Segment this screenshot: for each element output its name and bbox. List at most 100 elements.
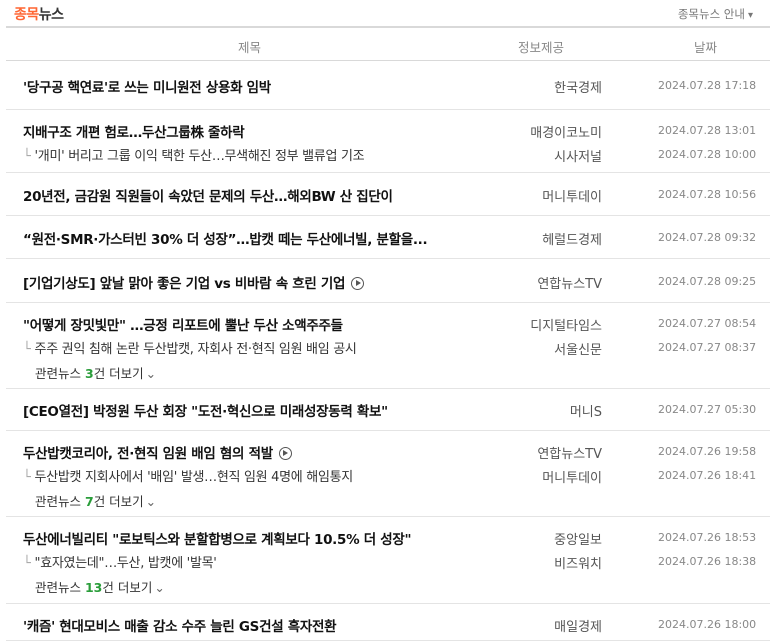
news-source: 연합뉴스TV <box>537 447 602 462</box>
news-row: '캐즘' 현대모비스 매출 감소 수주 늘린 GS건설 흑자전환 매일경제 2024… <box>6 612 770 636</box>
news-title-link[interactable]: 두산밥캣코리아, 전·현직 임원 배임 혐의 적발 <box>23 442 292 462</box>
news-title-text: 지배구조 개편 험로…두산그룹株 줄하락 <box>23 125 245 141</box>
related-news-more-row: 관련뉴스 7건 더보기 ⌄ <box>6 487 770 511</box>
news-source: 매경이코노미 <box>530 126 602 141</box>
news-date: 2024.07.27 08:37 <box>658 341 757 354</box>
news-row: 20년전, 금감원 직원들이 속았던 문제의 두산…해외BW 산 집단이 머니투데… <box>6 182 770 206</box>
news-row: 두산밥캣코리아, 전·현직 임원 배임 혐의 적발 연합뉴스TV 2024.07.2… <box>6 439 770 463</box>
related-news-more-button[interactable]: 관련뉴스 7건 더보기 ⌄ <box>35 491 156 510</box>
related-news-row: └ "효자였는데"…두산, 밥캣에 '발목' 비즈워치 2024.07.26 18:3… <box>6 549 770 573</box>
news-date: 2024.07.26 18:38 <box>658 555 757 568</box>
news-table: 제목 정보제공 날짜 '당구공 핵연료'로 쓰는 미니원전 상용화 임박 한국경제… <box>6 26 770 641</box>
news-date: 2024.07.26 18:41 <box>658 469 757 482</box>
news-date: 2024.07.26 18:53 <box>658 531 757 544</box>
news-date: 2024.07.28 17:18 <box>658 79 757 92</box>
related-news-row: └ 주주 권익 침해 논란 두산밥캣, 자회사 전·현직 임원 배임 공시 서울신문… <box>6 335 770 359</box>
news-title-link[interactable]: '당구공 핵연료'로 쓰는 미니원전 상용화 임박 <box>23 76 271 96</box>
table-header: 제목 정보제공 날짜 <box>6 28 770 61</box>
news-row: [CEO열전] 박정원 두산 회장 "도전·혁신으로 미래성장동력 확보" 머니S… <box>6 397 770 421</box>
related-news-more-row: 관련뉴스 13건 더보기 ⌄ <box>6 573 770 597</box>
news-title-link[interactable]: [CEO열전] 박정원 두산 회장 "도전·혁신으로 미래성장동력 확보" <box>23 400 388 420</box>
news-date: 2024.07.27 08:54 <box>658 317 757 330</box>
news-guide-label: 종목뉴스 안내 <box>677 7 745 21</box>
news-title-link[interactable]: 두산에너빌리티 "로보틱스와 분할합병으로 계획보다 10.5% 더 성장" <box>23 528 412 548</box>
news-date: 2024.07.26 19:58 <box>658 445 757 458</box>
news-item: [기업기상도] 앞날 맑아 좋은 기업 vs 비바람 속 흐린 기업 연합뉴스TV… <box>6 259 770 303</box>
related-news-title-link[interactable]: └ "효자였는데"…두산, 밥캣에 '발목' <box>23 552 217 571</box>
news-item: "어떻게 장밋빛만" …긍정 리포트에 뿔난 두산 소액주주들 디지털타임스 202… <box>6 303 770 389</box>
news-source: 시사저널 <box>554 150 602 165</box>
news-date: 2024.07.27 05:30 <box>658 403 757 416</box>
related-news-more-label: 건 더보기 <box>93 494 144 509</box>
related-news-more-label: 건 더보기 <box>93 366 144 381</box>
related-news-more-button[interactable]: 관련뉴스 3건 더보기 ⌄ <box>35 363 156 382</box>
news-title-link[interactable]: “원전·SMR·가스터빈 30% 더 성장”…밥캣 떼는 두산에너빌, 분할을.… <box>23 228 428 248</box>
related-news-count: 3 <box>84 366 94 381</box>
news-date: 2024.07.28 09:25 <box>658 275 757 288</box>
news-source: 머니S <box>569 405 602 420</box>
chevron-down-icon: ⌄ <box>145 366 157 381</box>
news-title-text: "어떻게 장밋빛만" …긍정 리포트에 뿔난 두산 소액주주들 <box>23 318 343 334</box>
related-news-row: └ 두산밥캣 지회사에서 '배임' 발생…현직 임원 4명에 해임통지 머니투데이 2… <box>6 463 770 487</box>
news-row: [기업기상도] 앞날 맑아 좋은 기업 vs 비바람 속 흐린 기업 연합뉴스TV… <box>6 269 770 293</box>
news-row: "어떻게 장밋빛만" …긍정 리포트에 뿔난 두산 소액주주들 디지털타임스 202… <box>6 311 770 335</box>
news-title-link[interactable]: 20년전, 금감원 직원들이 속았던 문제의 두산…해외BW 산 집단이 <box>23 185 393 205</box>
branch-icon: └ <box>23 470 31 485</box>
chevron-down-icon: ▾ <box>747 10 753 21</box>
news-title-link[interactable]: [기업기상도] 앞날 맑아 좋은 기업 vs 비바람 속 흐린 기업 <box>23 272 365 292</box>
play-video-icon[interactable] <box>351 277 365 290</box>
news-guide-link[interactable]: 종목뉴스 안내 ▾ <box>678 6 753 22</box>
related-news-label: 관련뉴스 <box>35 366 85 381</box>
branch-icon: └ <box>23 342 31 357</box>
related-news-title-link[interactable]: └ 두산밥캣 지회사에서 '배임' 발생…현직 임원 4명에 해임통지 <box>23 466 353 485</box>
news-item: 지배구조 개편 험로…두산그룹株 줄하락 매경이코노미 2024.07.28 13:… <box>6 110 770 173</box>
news-title-text: 두산에너빌리티 "로보틱스와 분할합병으로 계획보다 10.5% 더 성장" <box>23 532 412 548</box>
related-news-more-row: 관련뉴스 3건 더보기 ⌄ <box>6 359 770 383</box>
news-title-text: '캐즘' 현대모비스 매출 감소 수주 늘린 GS건설 흑자전환 <box>23 619 337 635</box>
news-source: 중앙일보 <box>554 533 602 548</box>
news-title-link[interactable]: "어떻게 장밋빛만" …긍정 리포트에 뿔난 두산 소액주주들 <box>23 314 343 334</box>
news-source: 머니투데이 <box>542 471 602 486</box>
chevron-down-icon: ⌄ <box>154 580 165 595</box>
news-date: 2024.07.28 09:32 <box>658 231 757 244</box>
news-date: 2024.07.28 13:01 <box>658 124 757 137</box>
chevron-down-icon: ⌄ <box>145 494 157 509</box>
section-title-part2: 뉴스 <box>38 7 64 23</box>
news-item: 두산에너빌리티 "로보틱스와 분할합병으로 계획보다 10.5% 더 성장" 중앙… <box>6 517 770 604</box>
related-news-more-label: 건 더보기 <box>102 580 153 595</box>
play-video-icon[interactable] <box>278 447 292 460</box>
related-news-title-link[interactable]: └ '개미' 버리고 그룹 이익 택한 두산…무색해진 정부 밸류업 기조 <box>23 145 365 164</box>
news-header: 종목뉴스 종목뉴스 안내 ▾ <box>0 0 773 26</box>
news-source: 비즈워치 <box>554 557 602 572</box>
related-news-label: 관련뉴스 <box>35 580 85 595</box>
news-source: 머니투데이 <box>542 190 602 205</box>
news-item: '당구공 핵연료'로 쓰는 미니원전 상용화 임박 한국경제 2024.07.28 … <box>6 61 770 110</box>
related-news-count: 7 <box>84 494 94 509</box>
news-title-link[interactable]: 지배구조 개편 험로…두산그룹株 줄하락 <box>23 121 245 141</box>
news-row: '당구공 핵연료'로 쓰는 미니원전 상용화 임박 한국경제 2024.07.28 … <box>6 73 770 97</box>
news-item: 20년전, 금감원 직원들이 속았던 문제의 두산…해외BW 산 집단이 머니투데… <box>6 173 770 216</box>
news-date: 2024.07.28 10:00 <box>658 148 757 161</box>
section-title-part1: 종목 <box>14 7 39 23</box>
related-news-row: └ '개미' 버리고 그룹 이익 택한 두산…무색해진 정부 밸류업 기조 시사저널… <box>6 142 770 166</box>
branch-icon: └ <box>23 556 31 571</box>
related-news-title-link[interactable]: └ 주주 권익 침해 논란 두산밥캣, 자회사 전·현직 임원 배임 공시 <box>23 338 357 357</box>
column-header-date: 날짜 <box>694 40 718 55</box>
news-title-text: [기업기상도] 앞날 맑아 좋은 기업 vs 비바람 속 흐린 기업 <box>23 276 346 292</box>
news-item: '캐즘' 현대모비스 매출 감소 수주 늘린 GS건설 흑자전환 매일경제 2024… <box>6 604 770 641</box>
news-title-text: 두산밥캣코리아, 전·현직 임원 배임 혐의 적발 <box>23 446 273 462</box>
news-title-text: "효자였는데"…두산, 밥캣에 '발목' <box>34 556 217 571</box>
news-title-text: 두산밥캣 지회사에서 '배임' 발생…현직 임원 4명에 해임통지 <box>34 470 354 485</box>
news-item: 두산밥캣코리아, 전·현직 임원 배임 혐의 적발 연합뉴스TV 2024.07.2… <box>6 431 770 517</box>
news-source: 헤럴드경제 <box>542 233 602 248</box>
news-row: 두산에너빌리티 "로보틱스와 분할합병으로 계획보다 10.5% 더 성장" 중앙… <box>6 525 770 549</box>
news-item: “원전·SMR·가스터빈 30% 더 성장”…밥캣 떼는 두산에너빌, 분할을.… <box>6 216 770 259</box>
news-title-text: “원전·SMR·가스터빈 30% 더 성장”…밥캣 떼는 두산에너빌, 분할을.… <box>23 232 428 248</box>
related-news-more-button[interactable]: 관련뉴스 13건 더보기 ⌄ <box>35 577 165 596</box>
related-news-count: 13 <box>84 580 103 595</box>
news-item: [CEO열전] 박정원 두산 회장 "도전·혁신으로 미래성장동력 확보" 머니S… <box>6 389 770 431</box>
news-row: “원전·SMR·가스터빈 30% 더 성장”…밥캣 떼는 두산에너빌, 분할을.… <box>6 225 770 249</box>
news-row: 지배구조 개편 험로…두산그룹株 줄하락 매경이코노미 2024.07.28 13:… <box>6 118 770 142</box>
news-date: 2024.07.26 18:00 <box>658 618 757 631</box>
news-title-link[interactable]: '캐즘' 현대모비스 매출 감소 수주 늘린 GS건설 흑자전환 <box>23 615 337 635</box>
